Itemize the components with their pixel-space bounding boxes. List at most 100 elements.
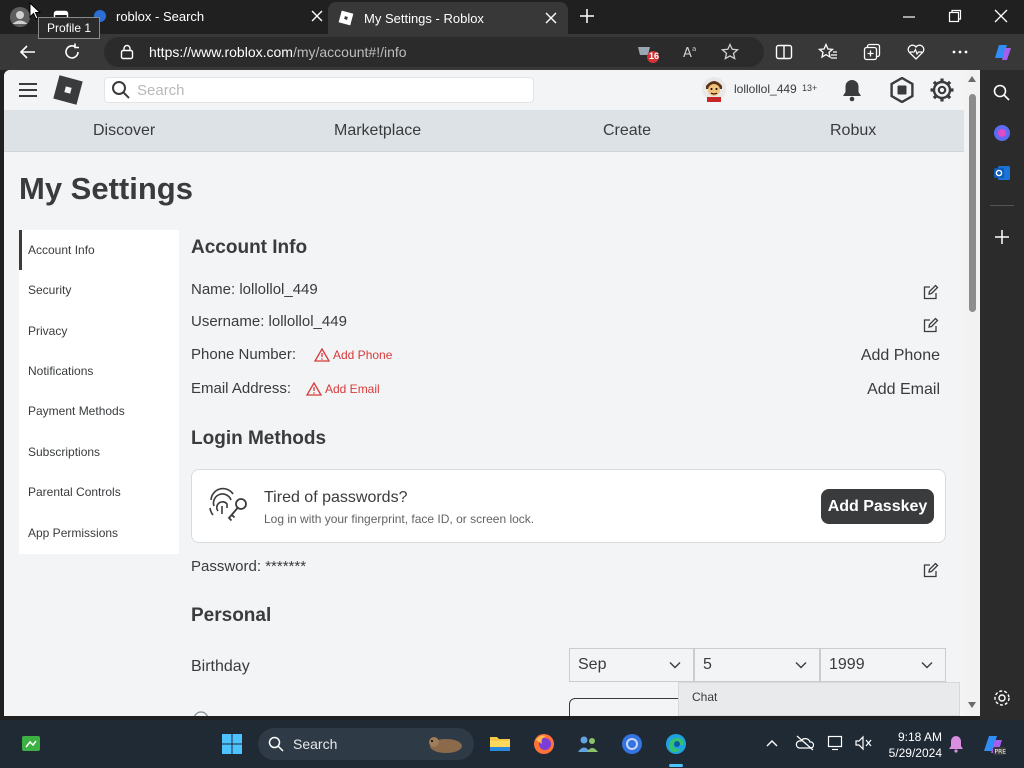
hamburger-menu-icon[interactable] [18,81,38,99]
svg-text:A: A [683,46,692,61]
scroll-up-arrow-icon[interactable] [968,76,976,82]
copilot-pre-icon[interactable]: PRE [980,731,1006,757]
people-app-icon[interactable] [576,732,600,756]
login-methods-heading: Login Methods [191,428,327,449]
phone-warning: Add Phone [314,348,392,362]
menu-item-app-permissions[interactable]: App Permissions [19,513,179,553]
email-warning-text: Add Email [325,382,380,396]
windows-start-icon[interactable] [221,733,243,755]
edit-username-icon[interactable] [923,317,939,333]
account-info-heading: Account Info [191,237,308,258]
tab-my-settings[interactable]: My Settings - Roblox [328,2,568,34]
edit-password-icon[interactable] [923,562,939,578]
robux-icon[interactable] [889,77,915,103]
menu-item-privacy[interactable]: Privacy [19,311,179,351]
favorites-icon[interactable] [818,42,838,62]
chevron-down-icon [795,662,807,669]
nav-robux[interactable]: Robux [830,122,876,140]
tray-chevron-icon[interactable] [765,737,779,749]
email-warning: Add Email [306,382,380,396]
sidebar-divider [990,205,1014,206]
taskbar-search[interactable]: Search [258,728,474,760]
collections-icon[interactable] [862,42,882,62]
warning-icon [306,382,322,396]
lock-icon[interactable] [120,44,134,60]
chat-label: Chat [692,690,718,704]
menu-item-parental-controls[interactable]: Parental Controls [19,472,179,512]
birth-day-select[interactable]: 5 [694,648,820,682]
roblox-search-input[interactable]: Search [104,77,534,103]
edit-name-icon[interactable] [923,284,939,300]
menu-item-account-info[interactable]: Account Info [19,230,179,270]
nav-marketplace[interactable]: Marketplace [334,122,421,140]
user-avatar[interactable] [701,76,727,102]
add-phone-button[interactable]: Add Phone [840,347,940,365]
sidebar-add-icon[interactable] [992,227,1012,247]
birth-year-select[interactable]: 1999 [820,648,946,682]
sidebar-search-icon[interactable] [992,83,1012,103]
menu-item-security[interactable]: Security [19,270,179,310]
new-tab-icon[interactable] [579,8,595,24]
network-icon[interactable] [827,735,845,751]
more-options-icon[interactable] [950,42,970,62]
phone-label: Phone Number: [191,346,297,363]
add-passkey-button[interactable]: Add Passkey [821,489,934,524]
copilot-icon[interactable] [990,40,1014,64]
menu-item-subscriptions[interactable]: Subscriptions [19,432,179,472]
profile-avatar-icon[interactable] [9,6,31,28]
chat-bar[interactable]: Chat [678,682,960,716]
next-field-box[interactable] [569,698,679,716]
nav-create[interactable]: Create [603,122,651,140]
minimize-icon[interactable] [902,10,916,24]
edge-sidebar [980,70,1024,720]
shopping-collections-icon[interactable]: 16 [636,43,662,63]
restore-icon[interactable] [948,9,962,23]
onedrive-icon[interactable] [795,734,815,752]
windows-taskbar: Search 9:18 AM 5/29/2024 PRE [0,720,1024,768]
url-bar[interactable]: https://www.roblox.com/my/account#!/info… [104,37,764,67]
edge-icon[interactable] [664,732,688,756]
close-tab-icon[interactable] [544,11,558,25]
passkey-card-subtitle: Log in with your fingerprint, face ID, o… [264,512,535,526]
birth-month-select[interactable]: Sep [569,648,694,682]
passkey-card-title: Tired of passwords? [264,489,408,506]
favorite-star-icon[interactable] [721,43,739,61]
sidebar-copilot-icon[interactable] [992,123,1012,143]
menu-item-payment-methods[interactable]: Payment Methods [19,391,179,431]
chrome-icon[interactable] [620,732,644,756]
notifications-bell-icon[interactable] [841,78,863,102]
close-tab-icon[interactable] [310,9,324,23]
widgets-icon[interactable] [20,733,42,755]
settings-gear-icon[interactable] [929,77,955,103]
phone-warning-text: Add Phone [333,348,393,362]
volume-muted-icon[interactable] [854,735,872,751]
fingerprint-key-icon [207,484,253,524]
page-scrollbar[interactable] [964,70,980,716]
split-screen-icon[interactable] [774,42,794,62]
refresh-icon[interactable] [62,42,82,62]
birth-month-value: Sep [578,656,607,673]
sidebar-outlook-icon[interactable] [992,163,1012,183]
back-arrow-icon[interactable] [18,42,38,62]
search-icon [268,736,284,752]
roblox-favicon-icon [338,10,354,26]
notification-bell-icon[interactable] [948,735,964,753]
edge-active-indicator [669,764,683,767]
taskbar-clock[interactable]: 9:18 AM 5/29/2024 [888,729,942,761]
nav-discover[interactable]: Discover [93,122,155,140]
header-username[interactable]: lollollol_449 [734,82,797,96]
file-explorer-icon[interactable] [488,732,512,756]
personal-heading: Personal [191,605,272,626]
tab-roblox-search[interactable]: roblox - Search [92,0,328,32]
scroll-down-arrow-icon[interactable] [968,702,976,708]
close-window-icon[interactable] [994,9,1008,23]
scroll-thumb[interactable] [969,94,976,312]
menu-item-notifications[interactable]: Notifications [19,351,179,391]
firefox-icon[interactable] [532,732,556,756]
browser-essentials-icon[interactable] [906,42,926,62]
add-email-button[interactable]: Add Email [840,381,940,399]
tab-title: roblox - Search [116,8,205,24]
sidebar-settings-icon[interactable] [992,688,1012,708]
read-aloud-icon[interactable]: Aa [682,43,700,61]
roblox-logo-icon[interactable] [52,74,84,106]
